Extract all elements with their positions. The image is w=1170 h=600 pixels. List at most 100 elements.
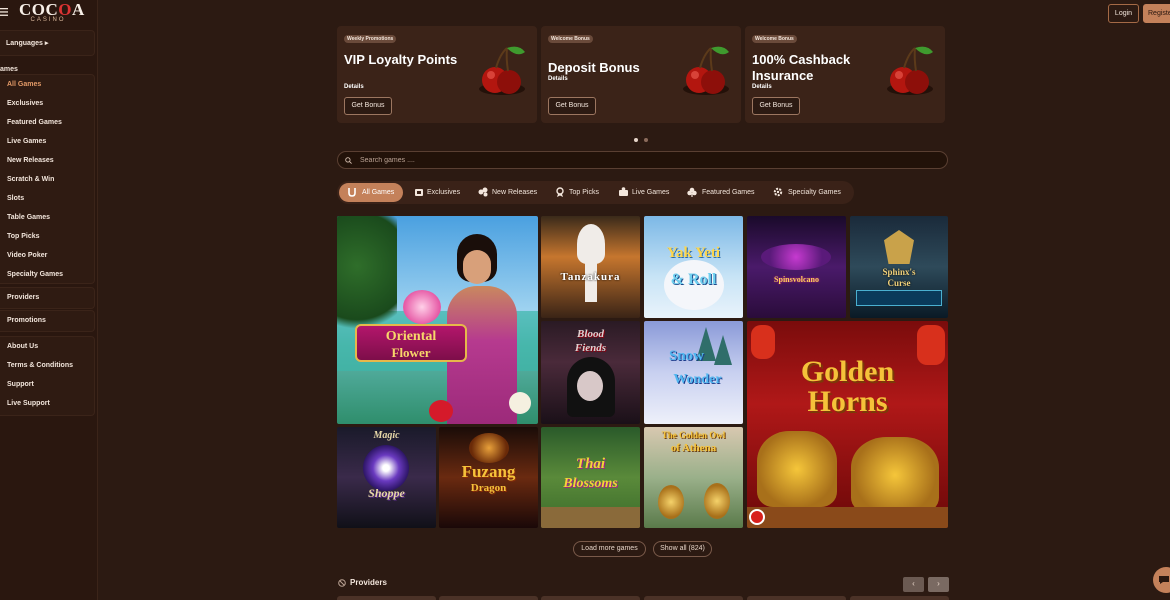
promo-details-link[interactable]: Details	[344, 84, 364, 90]
promo-title: VIP Loyalty Points	[344, 52, 458, 67]
sidebar-item-live-games[interactable]: Live Games	[0, 132, 94, 151]
search-icon	[345, 157, 352, 164]
provider-card[interactable]	[850, 596, 949, 600]
carousel-dot[interactable]	[644, 138, 648, 142]
tab-top-picks[interactable]: Top Picks	[555, 183, 603, 202]
provider-card[interactable]	[644, 596, 743, 600]
chat-bubble-icon	[1159, 576, 1169, 584]
providers-prev-button[interactable]: ‹	[903, 577, 924, 592]
provider-card[interactable]	[747, 596, 846, 600]
info-nav: About Us Terms & Conditions Support Live…	[0, 336, 95, 416]
providers-nav: Providers	[0, 287, 95, 309]
sidebar-item-exclusives[interactable]: Exclusives	[0, 94, 94, 113]
load-more-games-button[interactable]: Load more games	[573, 541, 646, 557]
carousel-dot[interactable]	[634, 138, 638, 142]
game-tile-golden-owl-athena[interactable]: The Golden Owl of Athena	[644, 427, 743, 528]
game-title: Tanzakura	[560, 271, 621, 283]
sidebar-item-new-releases[interactable]: New Releases	[0, 151, 94, 170]
games-nav: All Games Exclusives Featured Games Live…	[0, 74, 95, 284]
game-tile-spinsvolcano[interactable]: Spinsvolcano	[747, 216, 846, 318]
game-tile-golden-horns[interactable]: Golden Horns	[747, 321, 948, 528]
search-input[interactable]	[360, 154, 920, 166]
register-button[interactable]: Registe	[1143, 4, 1170, 23]
live-dealer-icon	[619, 187, 628, 196]
chevron-right-icon: ▸	[44, 40, 49, 47]
game-title: Fuzang	[461, 462, 516, 481]
hamburger-menu-icon[interactable]	[0, 8, 8, 19]
languages-selector[interactable]: Languages ▸	[0, 30, 95, 56]
game-title: Dragon	[470, 482, 507, 494]
sidebar-item-live-support[interactable]: Live Support	[0, 394, 94, 413]
promo-card-cashback[interactable]: Welcome Bonus 100% Cashback Insurance De…	[745, 26, 945, 123]
providers-section-title: Providers	[350, 578, 387, 587]
live-chat-button[interactable]	[1153, 567, 1170, 593]
search-bar	[337, 151, 948, 169]
provider-card[interactable]	[541, 596, 640, 600]
login-button[interactable]: Login	[1108, 4, 1139, 23]
game-title: Magic	[373, 430, 400, 441]
game-title: Curse	[887, 278, 911, 288]
tab-specialty-games[interactable]: Specialty Games	[773, 183, 848, 202]
sidebar-item-support[interactable]: Support	[0, 375, 94, 394]
provider-badge-icon	[749, 509, 765, 525]
trophy-icon	[556, 187, 564, 197]
game-title: Blossoms	[563, 476, 618, 491]
sidebar-item-about-us[interactable]: About Us	[0, 337, 94, 356]
get-bonus-button[interactable]: Get Bonus	[752, 97, 800, 115]
sidebar-item-terms[interactable]: Terms & Conditions	[0, 356, 94, 375]
sidebar-item-top-picks[interactable]: Top Picks	[0, 227, 94, 246]
game-title: Yak Yeti	[666, 245, 721, 261]
game-tile-fuzang-dragon[interactable]: Fuzang Dragon	[439, 427, 538, 528]
game-title: Wonder	[673, 372, 722, 387]
tab-new-releases[interactable]: New Releases	[478, 183, 540, 202]
gear-icon	[773, 187, 783, 197]
tab-live-games[interactable]: Live Games	[618, 183, 674, 202]
game-tile-snow-wonder[interactable]: Snow Wonder	[644, 321, 743, 424]
game-title: Golden	[800, 355, 895, 388]
tab-featured-games[interactable]: Featured Games	[687, 183, 757, 202]
sidebar-item-featured-games[interactable]: Featured Games	[0, 113, 94, 132]
sidebar-item-scratch-win[interactable]: Scratch & Win	[0, 170, 94, 189]
promo-card-vip[interactable]: Weekly Promotions VIP Loyalty Points Det…	[337, 26, 537, 123]
game-title: Horns	[807, 385, 888, 418]
game-tile-yak-yeti-roll[interactable]: Yak Yeti & Roll	[644, 216, 743, 318]
promo-details-link[interactable]: Details	[752, 84, 772, 90]
sidebar-item-all-games[interactable]: All Games	[0, 75, 94, 94]
casino-logo[interactable]: COCOA CASINO	[19, 1, 84, 25]
game-title: Flower	[391, 345, 431, 360]
sidebar-item-promotions[interactable]: Promotions	[0, 311, 94, 330]
get-bonus-button[interactable]: Get Bonus	[344, 97, 392, 115]
game-title: The Golden Owl	[661, 430, 726, 440]
game-tile-tanzakura[interactable]: Tanzakura	[541, 216, 640, 318]
game-title: Blood	[577, 328, 604, 340]
game-tile-oriental-flower[interactable]: Oriental Flower	[337, 216, 538, 424]
club-icon	[687, 187, 697, 197]
sidebar-item-video-poker[interactable]: Video Poker	[0, 246, 94, 265]
game-tile-blood-fiends[interactable]: Blood Fiends	[541, 321, 640, 424]
game-title: Shoppe	[368, 486, 405, 500]
sidebar-item-slots[interactable]: Slots	[0, 189, 94, 208]
sidebar-item-specialty-games[interactable]: Specialty Games	[0, 265, 94, 284]
sidebar-item-table-games[interactable]: Table Games	[0, 208, 94, 227]
game-title: & Roll	[670, 271, 717, 288]
provider-card[interactable]	[439, 596, 538, 600]
sidebar: COCOA CASINO Languages ▸ ames All Games …	[0, 0, 98, 600]
tab-exclusives[interactable]: Exclusives	[414, 183, 469, 202]
show-all-games-button[interactable]: Show all (824)	[653, 541, 712, 557]
game-title: Oriental	[385, 329, 437, 344]
game-tile-magic-shoppe[interactable]: Magic Shoppe	[337, 427, 436, 528]
new-release-icon	[478, 187, 488, 197]
tab-all-games[interactable]: All Games	[339, 183, 403, 202]
game-tile-sphinx-curse[interactable]: Sphinx's Curse	[850, 216, 948, 318]
game-tile-thai-blossoms[interactable]: Thai Blossoms	[541, 427, 640, 528]
promo-card-deposit[interactable]: Welcome Bonus Deposit Bonus Details Get …	[541, 26, 741, 123]
promo-details-link[interactable]: Details	[548, 76, 568, 82]
cherry-icon	[479, 46, 525, 95]
get-bonus-button[interactable]: Get Bonus	[548, 97, 596, 115]
provider-card[interactable]	[337, 596, 436, 600]
sidebar-item-providers[interactable]: Providers	[0, 288, 94, 307]
cherry-icon	[683, 46, 729, 95]
providers-next-button[interactable]: ›	[928, 577, 949, 592]
cherry-icon	[887, 46, 933, 95]
game-title: of Athena	[670, 442, 717, 454]
